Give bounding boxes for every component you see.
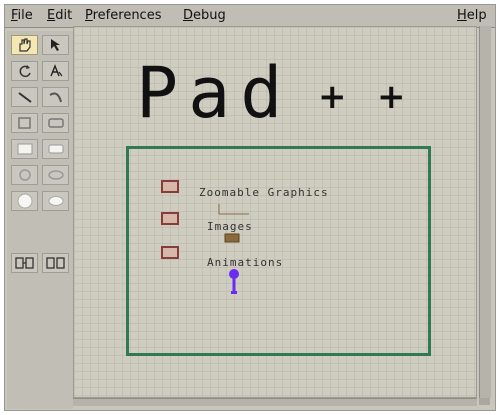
filled-rounded-rectangle-tool[interactable] [42, 139, 69, 159]
pad-title[interactable]: Pad [136, 58, 292, 128]
menu-file[interactable]: File [11, 8, 33, 23]
filled-ellipse-icon [48, 196, 63, 206]
curve-tool-icon [48, 92, 62, 103]
oval-tool[interactable] [11, 165, 38, 185]
ellipse-tool[interactable] [42, 165, 69, 185]
menu-help[interactable]: Help [457, 8, 487, 23]
scroll-corner [479, 398, 490, 405]
text-tool-icon [49, 64, 62, 77]
horizontal-scrollbar[interactable] [73, 398, 477, 406]
text-tool[interactable] [42, 61, 69, 81]
select-tool[interactable] [42, 35, 69, 55]
zoom-preview-icon[interactable] [217, 202, 251, 216]
menu-debug[interactable]: Debug [183, 8, 226, 23]
group-tool[interactable] [11, 253, 38, 273]
curve-tool[interactable] [42, 87, 69, 107]
filled-ellipse-tool[interactable] [42, 191, 69, 211]
pan-hand-tool[interactable] [11, 35, 38, 55]
bullet-images[interactable] [161, 212, 179, 225]
label-images[interactable]: Images [207, 220, 253, 233]
pad-plus-2[interactable]: + [377, 80, 406, 114]
label-animations[interactable]: Animations [207, 256, 283, 269]
label-zoomable-graphics[interactable]: Zoomable Graphics [199, 186, 329, 199]
rounded-rectangle-outline-icon [47, 118, 64, 128]
filled-rounded-rectangle-icon [48, 144, 63, 154]
menu-bar: File Edit Preferences Debug Help [5, 5, 495, 28]
group-tool-icon [14, 257, 34, 269]
image-thumbnail-icon[interactable] [224, 233, 240, 243]
ellipse-outline-icon [47, 170, 64, 180]
select-arrow-icon [50, 39, 60, 51]
rectangle-tool[interactable] [11, 113, 38, 133]
rounded-rectangle-tool[interactable] [42, 113, 69, 133]
pan-hand-icon [18, 38, 31, 52]
toolbox [7, 31, 73, 409]
menu-preferences[interactable]: Preferences [85, 8, 161, 23]
filled-oval-icon [17, 193, 32, 209]
line-tool-icon [17, 92, 32, 103]
animation-pin-icon[interactable] [228, 268, 240, 296]
ungroup-tool[interactable] [42, 253, 69, 273]
rotate-hand-icon [19, 65, 31, 78]
menu-edit[interactable]: Edit [47, 8, 72, 23]
rotate-tool[interactable] [11, 61, 38, 81]
bullet-animations[interactable] [161, 246, 179, 259]
ungroup-tool-icon [45, 257, 65, 269]
oval-outline-icon [18, 169, 31, 181]
filled-oval-tool[interactable] [11, 191, 38, 211]
line-tool[interactable] [11, 87, 38, 107]
vertical-scrollbar[interactable] [479, 26, 491, 398]
pad-plus-1[interactable]: + [318, 80, 347, 114]
filled-rectangle-tool[interactable] [11, 139, 38, 159]
rectangle-outline-icon [17, 117, 31, 129]
filled-rectangle-icon [17, 143, 32, 155]
bullet-zoomable-graphics[interactable] [161, 180, 179, 193]
